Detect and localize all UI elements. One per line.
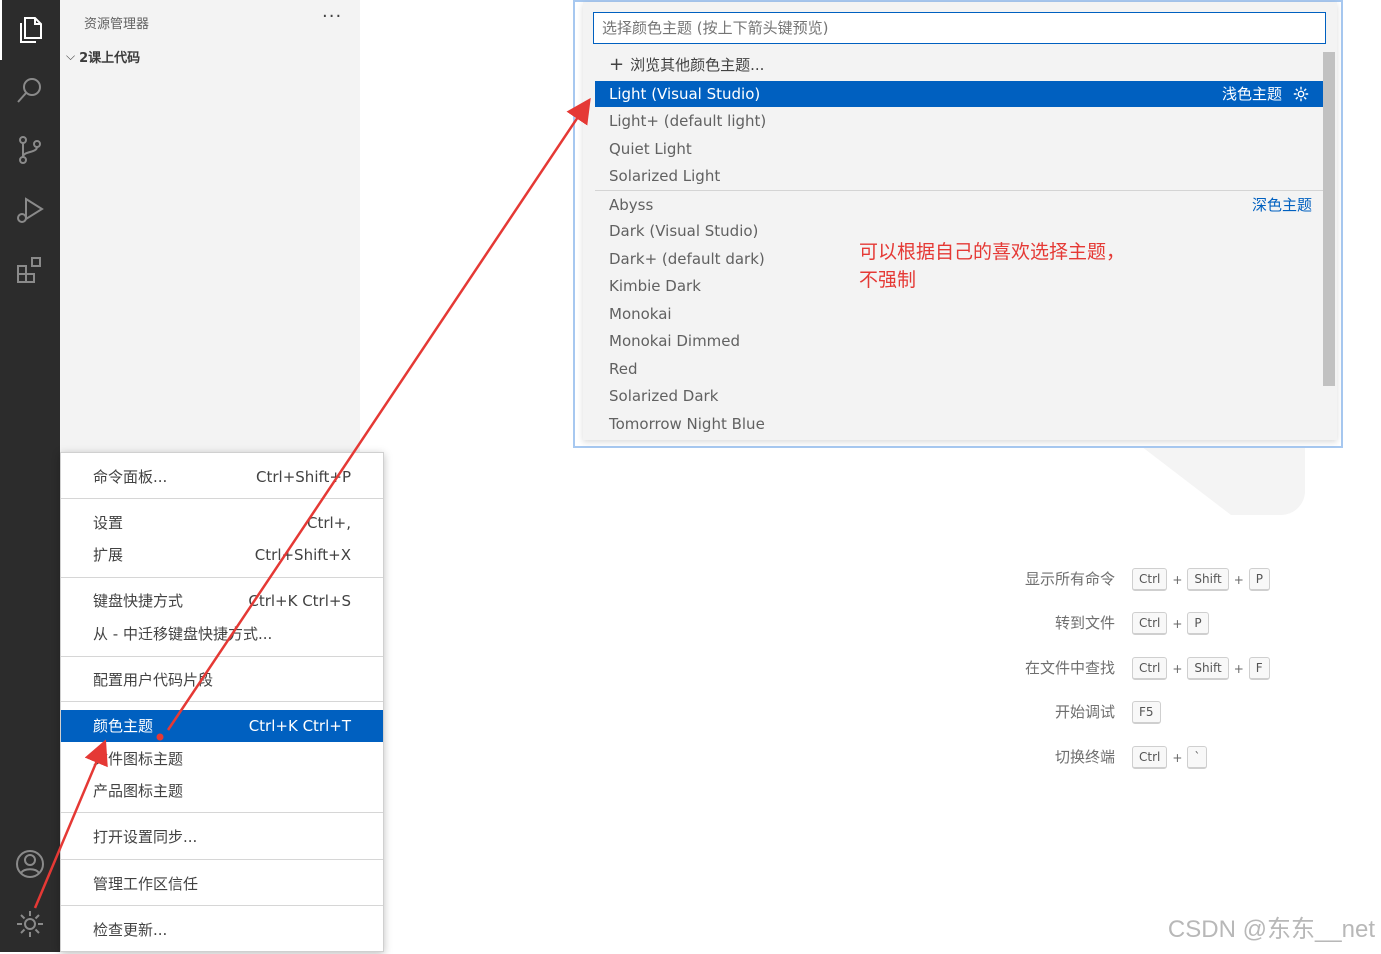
light-themes-label: 浅色主题	[1221, 85, 1282, 103]
menu-separator	[61, 905, 383, 906]
chevron-down-icon: ⌵	[66, 49, 76, 63]
menu-item-extensions[interactable]: 扩展 Ctrl+Shift+X	[61, 540, 383, 570]
dark-themes-label: 深色主题	[1251, 196, 1312, 214]
menu-item-command-palette[interactable]: 命令面板... Ctrl+Shift+P	[61, 462, 383, 492]
folder-name: 2课上代码	[79, 51, 141, 66]
menu-item-migrate-keybindings[interactable]: 从 - 中迁移键盘快捷方式...	[61, 619, 383, 649]
key-cap: F	[1248, 657, 1270, 680]
key-cap: `	[1187, 746, 1208, 769]
theme-item[interactable]: Tomorrow Night Blue	[595, 411, 1328, 437]
run-debug-icon[interactable]	[0, 180, 60, 240]
separator	[595, 190, 1328, 191]
menu-item-settings-sync[interactable]: 打开设置同步...	[61, 822, 383, 852]
shortcut-row-go-to-file: 转到文件 Ctrl + P	[960, 612, 1280, 636]
key-cap: F5	[1132, 701, 1161, 724]
menu-item-workspace-trust[interactable]: 管理工作区信任	[61, 869, 383, 899]
theme-item[interactable]: Monokai Dimmed	[595, 328, 1328, 354]
menu-item-file-icon-theme[interactable]: 文件图标主题	[61, 744, 383, 774]
menu-item-product-icon-theme[interactable]: 产品图标主题	[61, 776, 383, 806]
key-cap: Ctrl	[1132, 568, 1168, 591]
theme-item[interactable]: Abyss 深色主题	[595, 192, 1328, 218]
annotation-note: 可以根据自己的喜欢选择主题， 不强制	[859, 241, 1126, 291]
key-cap: P	[1187, 612, 1209, 635]
shortcut-row-start-debugging: 开始调试 F5	[960, 701, 1280, 725]
key-cap: Shift	[1187, 568, 1229, 591]
extensions-icon[interactable]	[0, 240, 60, 300]
key-cap: P	[1248, 568, 1271, 591]
menu-separator	[61, 812, 383, 813]
menu-separator	[61, 656, 383, 657]
menu-separator	[61, 498, 383, 499]
key-cap: Ctrl	[1132, 612, 1168, 635]
theme-item[interactable]: Light (Visual Studio) 浅色主题	[595, 81, 1328, 107]
key-cap: Ctrl	[1132, 657, 1168, 680]
menu-item-check-updates[interactable]: 检查更新...	[61, 915, 383, 945]
theme-item[interactable]: Solarized Light	[595, 163, 1328, 189]
theme-item[interactable]: Monokai	[595, 301, 1328, 327]
menu-item-settings[interactable]: 设置 Ctrl+,	[61, 508, 383, 538]
scrollbar[interactable]	[1323, 52, 1335, 386]
csdn-watermark: CSDN @东东__net	[1167, 916, 1375, 943]
shortcut-row-show-commands: 显示所有命令 Ctrl + Shift + P	[960, 568, 1280, 592]
more-actions-button[interactable]: ···	[322, 6, 342, 27]
menu-item-color-theme[interactable]: 颜色主题 Ctrl+K Ctrl+T	[61, 710, 383, 742]
activity-bar	[0, 0, 60, 952]
menu-item-keyboard-shortcuts[interactable]: 键盘快捷方式 Ctrl+K Ctrl+S	[61, 586, 383, 616]
search-icon[interactable]	[0, 60, 60, 120]
explorer-icon[interactable]	[0, 0, 60, 60]
key-cap: Ctrl	[1132, 746, 1168, 769]
theme-search-input[interactable]	[593, 12, 1326, 44]
quick-pick-panel: +浏览其他颜色主题... Light (Visual Studio) 浅色主题 …	[583, 2, 1337, 440]
gear-icon[interactable]	[0, 894, 60, 954]
key-cap: Shift	[1187, 657, 1229, 680]
sidebar-title: 资源管理器	[84, 17, 150, 32]
gear-icon[interactable]	[1292, 85, 1310, 103]
manage-context-menu: 命令面板... Ctrl+Shift+P 设置 Ctrl+, 扩展 Ctrl+Shif…	[60, 452, 384, 952]
shortcut-row-find-in-files: 在文件中查找 Ctrl + Shift + F	[960, 657, 1280, 681]
theme-item[interactable]: Light+ (default light)	[595, 108, 1328, 134]
menu-separator	[61, 859, 383, 860]
plus-icon: +	[609, 54, 625, 75]
shortcut-row-toggle-terminal: 切换终端 Ctrl + `	[960, 746, 1280, 770]
theme-item[interactable]: Solarized Dark	[595, 383, 1328, 409]
menu-separator	[61, 577, 383, 578]
menu-separator	[61, 701, 383, 702]
folder-row[interactable]: ⌵ 2课上代码	[66, 47, 140, 66]
menu-item-user-snippets[interactable]: 配置用户代码片段	[61, 665, 383, 695]
account-icon[interactable]	[0, 834, 60, 894]
browse-themes-item[interactable]: + 浏览其他颜色主题...	[595, 52, 1328, 78]
theme-item[interactable]: Quiet Light	[595, 136, 1328, 162]
color-theme-quick-pick: +浏览其他颜色主题... Light (Visual Studio) 浅色主题 …	[573, 0, 1343, 448]
theme-item[interactable]: Red	[595, 356, 1328, 382]
source-control-icon[interactable]	[0, 120, 60, 180]
